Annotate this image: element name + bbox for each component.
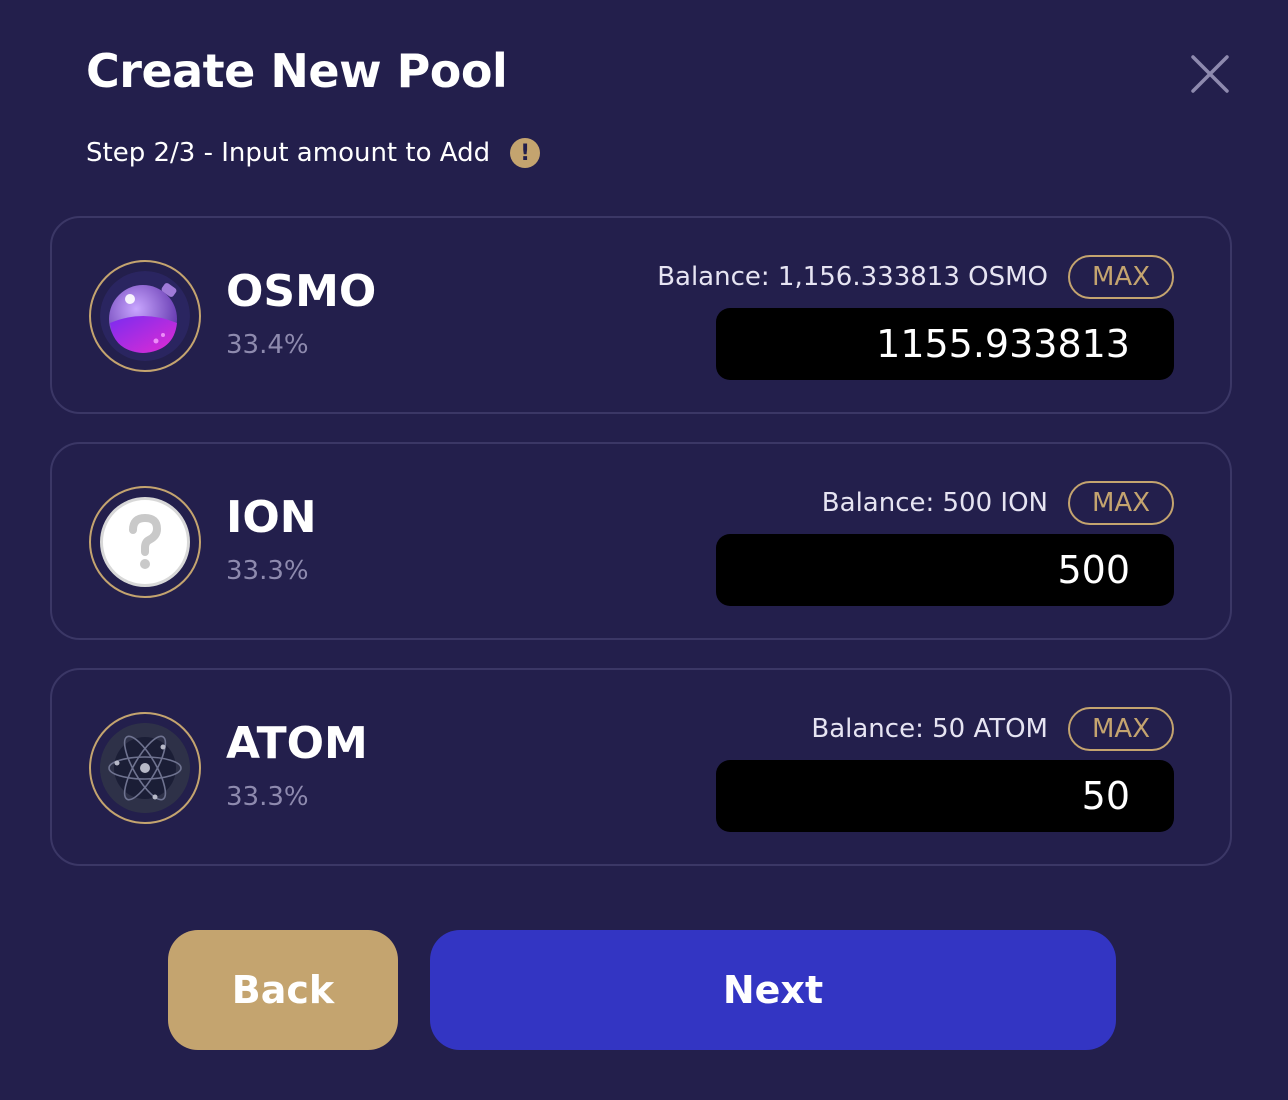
step-indicator: Step 2/3 - Input amount to Add !: [86, 138, 541, 168]
token-symbol: ION: [226, 492, 317, 543]
osmo-icon: [100, 271, 190, 361]
question-icon: [100, 497, 190, 587]
token-card-osmo: OSMO 33.4% Balance: 1,156.333813 OSMO MA…: [50, 216, 1232, 414]
token-weight: 33.4%: [226, 330, 309, 360]
token-card-ion: ION 33.3% Balance: 500 ION MAX: [50, 442, 1232, 640]
amount-input[interactable]: [716, 760, 1174, 832]
balance-text: Balance: 50 ATOM: [811, 714, 1048, 744]
max-button[interactable]: MAX: [1068, 481, 1174, 525]
next-button[interactable]: Next: [430, 930, 1116, 1050]
atom-icon: [100, 723, 190, 813]
balance-text: Balance: 500 ION: [821, 488, 1048, 518]
balance-row: Balance: 50 ATOM MAX: [811, 707, 1174, 751]
token-card-atom: ATOM 33.3% Balance: 50 ATOM MAX: [50, 668, 1232, 866]
exclamation-icon[interactable]: !: [510, 138, 541, 168]
amount-input[interactable]: [716, 534, 1174, 606]
balance-text: Balance: 1,156.333813 OSMO: [657, 262, 1048, 292]
page-title: Create New Pool: [86, 44, 508, 98]
close-icon: [1191, 55, 1229, 93]
token-symbol: OSMO: [226, 266, 377, 317]
max-button[interactable]: MAX: [1068, 255, 1174, 299]
token-weight: 33.3%: [226, 782, 309, 812]
max-button[interactable]: MAX: [1068, 707, 1174, 751]
token-logo-ring: [89, 260, 201, 372]
token-logo-ring: [89, 486, 201, 598]
create-pool-modal: Create New Pool Step 2/3 - Input amount …: [0, 0, 1288, 1100]
back-button[interactable]: Back: [168, 930, 398, 1050]
step-text: Step 2/3 - Input amount to Add: [86, 138, 491, 168]
balance-row: Balance: 1,156.333813 OSMO MAX: [657, 255, 1174, 299]
amount-input[interactable]: [716, 308, 1174, 380]
balance-row: Balance: 500 ION MAX: [822, 481, 1174, 525]
close-button[interactable]: [1188, 52, 1232, 96]
token-weight: 33.3%: [226, 556, 309, 586]
token-logo-ring: [89, 712, 201, 824]
token-symbol: ATOM: [226, 718, 368, 769]
